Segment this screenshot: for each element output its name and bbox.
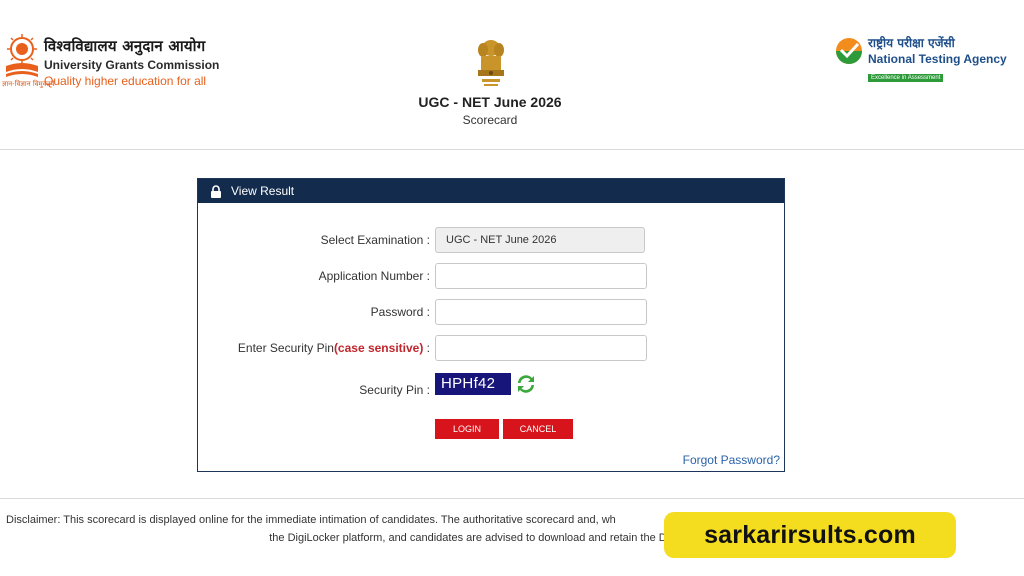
exam-select-value: UGC - NET June 2026: [446, 234, 557, 246]
application-row: Application Number :: [198, 263, 784, 289]
security-pin-entry-row: Enter Security Pin(case sensitive) :: [198, 335, 784, 361]
exam-row: Select Examination : UGC - NET June 2026: [198, 227, 784, 253]
site-watermark: sarkarirsults.com: [664, 512, 956, 558]
security-pin-label: Security Pin :: [359, 383, 430, 397]
ugc-hindi-name: विश्वविद्यालय अनुदान आयोग: [44, 37, 206, 55]
exam-subtitle: Scorecard: [462, 113, 518, 127]
ugc-english-name: University Grants Commission: [44, 58, 220, 72]
lock-icon: [211, 184, 221, 198]
cancel-button[interactable]: CANCEL: [503, 419, 573, 439]
nta-logo-icon: [836, 38, 862, 64]
pin-label-suffix: :: [423, 341, 430, 355]
exam-title: UGC - NET June 2026: [418, 94, 562, 110]
refresh-captcha-icon[interactable]: [514, 372, 538, 396]
exam-label: Select Examination :: [320, 233, 430, 247]
login-button[interactable]: LOGIN: [435, 419, 499, 439]
security-pin-entry-label: Enter Security Pin(case sensitive) :: [238, 341, 430, 355]
view-result-panel: View Result Select Examination : UGC - N…: [197, 178, 785, 472]
nta-branding: राष्ट्रीय परीक्षा एजेंसी National Testin…: [868, 34, 1007, 84]
ugc-tagline: Quality higher education for all: [44, 74, 207, 88]
forgot-password-link[interactable]: Forgot Password?: [683, 453, 780, 467]
national-emblem-icon: [478, 40, 504, 86]
ugc-branding: विश्वविद्यालय अनुदान आयोग University Gra…: [44, 36, 219, 88]
panel-header: View Result: [198, 179, 784, 203]
disclaimer-line-1-start: Disclaimer: This scorecard is displayed …: [6, 514, 616, 526]
captcha-image: HPHf42: [435, 373, 511, 395]
exam-select[interactable]: UGC - NET June 2026: [435, 227, 645, 253]
application-number-input[interactable]: [435, 263, 647, 289]
nta-hindi-name: राष्ट्रीय परीक्षा एजेंसी: [868, 36, 955, 50]
case-sensitive-note: (case sensitive): [333, 341, 424, 355]
page-header: ज्ञान-विज्ञान विमुक्तये विश्वविद्यालय अन…: [0, 0, 1024, 150]
password-row: Password :: [198, 299, 784, 325]
application-label: Application Number :: [318, 269, 430, 283]
ugc-logo-icon: [6, 34, 38, 77]
panel-title: View Result: [231, 184, 295, 198]
captcha-row: Security Pin : HPHf42: [198, 373, 784, 399]
nta-tagline: Excellence in Assessment: [868, 74, 944, 82]
security-pin-input[interactable]: [435, 335, 647, 361]
footer-divider: [0, 498, 1024, 499]
password-input[interactable]: [435, 299, 647, 325]
pin-label-text: Enter Security Pin: [237, 341, 334, 355]
nta-english-name: National Testing Agency: [868, 52, 1007, 66]
password-label: Password :: [370, 305, 430, 319]
